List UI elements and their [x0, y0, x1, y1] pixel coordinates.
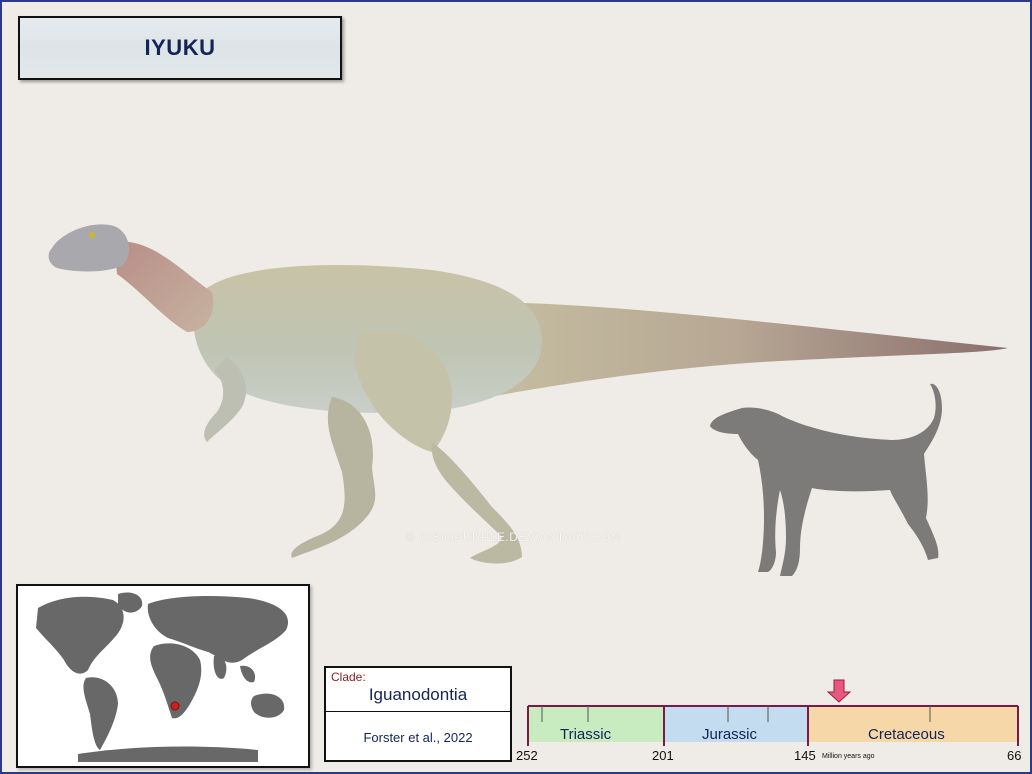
arrow-down-icon: [826, 679, 852, 703]
clade-author: Forster et al., 2022: [363, 730, 473, 745]
world-map-icon: [18, 586, 304, 762]
eye: [89, 232, 95, 238]
unit-label: Million years ago: [822, 753, 875, 760]
tick-label-145: 145: [794, 748, 816, 763]
clade-label: Clade:: [331, 670, 366, 684]
tick-label-252: 252: [516, 748, 538, 763]
clade-panel: Clade: Iguanodontia Forster et al., 2022: [324, 666, 512, 762]
dog-silhouette-icon: [710, 383, 942, 576]
world-map-panel: [16, 584, 310, 768]
clade-name: Iguanodontia: [368, 685, 468, 704]
watermark: © CISIOPURPLE.DEVIANTART.COM: [406, 530, 622, 544]
near-leg: [431, 442, 522, 564]
head: [48, 224, 129, 272]
tick-label-66: 66: [1007, 748, 1022, 763]
far-leg: [291, 397, 376, 558]
clade-divider: [326, 711, 510, 712]
neck: [114, 241, 214, 332]
period-label-triassic: Triassic: [560, 726, 612, 743]
geologic-timeline: Triassic Jurassic Cretaceous 252 201 145…: [516, 678, 1022, 770]
period-label-jurassic: Jurassic: [702, 726, 758, 743]
tick-label-201: 201: [652, 748, 674, 763]
poster-frame: IYUKU © CISIOPURPLE.DEVIANTART.COM Clade…: [0, 0, 1032, 774]
location-dot-icon: [170, 701, 180, 711]
period-label-cretaceous: Cretaceous: [868, 726, 945, 743]
